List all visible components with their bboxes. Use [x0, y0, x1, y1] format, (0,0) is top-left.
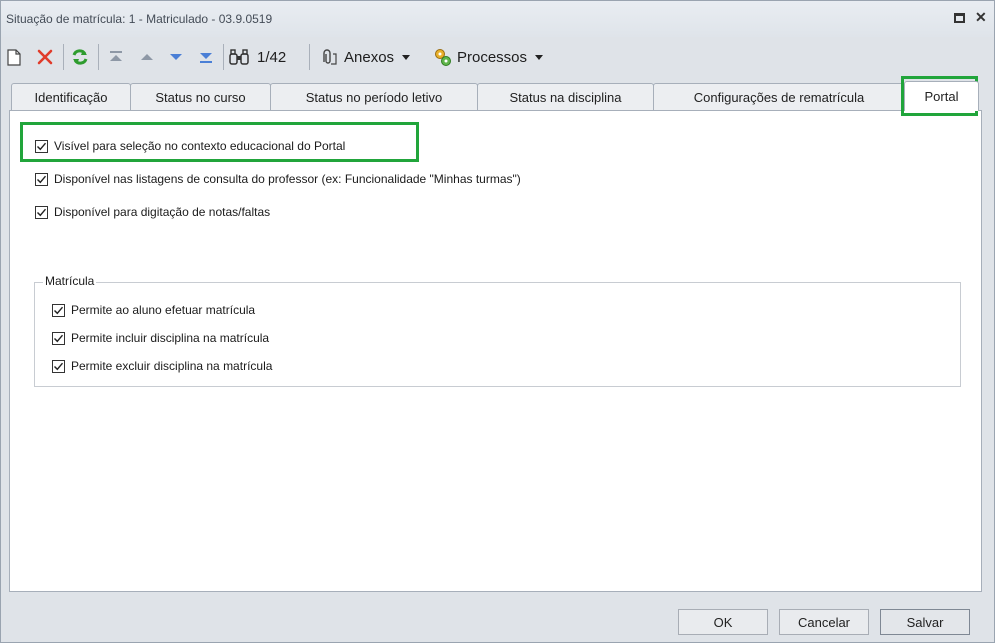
refresh-button[interactable] — [69, 44, 91, 70]
group-legend: Matrícula — [43, 274, 97, 288]
tab-label: Status no período letivo — [305, 89, 443, 105]
tab-label: Status na disciplina — [509, 89, 622, 105]
last-record-button[interactable] — [195, 44, 217, 70]
checkbox-label: Permite incluir disciplina na matrícula — [71, 331, 270, 345]
record-counter: 1/42 — [257, 48, 287, 66]
attachments-dropdown[interactable]: Anexos — [318, 44, 426, 70]
visible-option-highlight — [20, 122, 419, 162]
first-record-icon — [110, 51, 122, 61]
checkbox-incluir-disciplina[interactable]: Permite incluir disciplina na matrícula — [52, 331, 269, 345]
chevron-down-icon — [402, 54, 411, 60]
tab-status-curso[interactable]: Status no curso — [130, 83, 271, 110]
ok-button-label: OK — [713, 614, 733, 630]
tab-label: Configurações de rematrícula — [693, 89, 865, 105]
title-bar: Situação de matrícula: 1 - Matriculado -… — [1, 1, 994, 37]
ok-button[interactable]: OK — [678, 609, 768, 635]
checkbox-listagens-professor[interactable]: Disponível nas listagens de consulta do … — [35, 172, 521, 186]
toolbar-separator — [223, 44, 224, 70]
attachments-label: Anexos — [344, 48, 395, 66]
check-icon — [37, 175, 47, 183]
restore-icon[interactable] — [954, 13, 965, 23]
check-icon — [37, 208, 47, 216]
close-icon[interactable]: ✕ — [975, 9, 987, 26]
checkbox[interactable] — [52, 359, 65, 373]
toolbar: 1/42 Anexos Processos — [1, 38, 994, 76]
new-document-icon — [7, 48, 21, 66]
tab-identificacao[interactable]: Identificação — [11, 83, 131, 110]
previous-record-button[interactable] — [137, 44, 157, 70]
checkbox-digitacao-notas[interactable]: Disponível para digitação de notas/falta… — [35, 205, 270, 219]
delete-icon — [37, 49, 53, 65]
gears-icon — [435, 49, 451, 66]
save-button[interactable]: Salvar — [880, 609, 970, 635]
next-record-icon — [170, 54, 182, 60]
dialog-window: Situação de matrícula: 1 - Matriculado -… — [0, 0, 995, 643]
delete-record-button[interactable] — [34, 44, 56, 70]
check-icon — [54, 306, 64, 314]
find-record-button[interactable]: 1/42 — [229, 44, 299, 70]
next-record-button[interactable] — [166, 44, 186, 70]
processes-label: Processos — [457, 48, 528, 66]
portal-tab-panel: Visível para seleção no contexto educaci… — [9, 110, 982, 592]
tab-status-disciplina[interactable]: Status na disciplina — [477, 83, 654, 110]
cancel-button-label: Cancelar — [797, 614, 851, 630]
tab-label: Portal — [924, 89, 959, 104]
checkbox[interactable] — [52, 331, 65, 345]
cancel-button[interactable]: Cancelar — [779, 609, 869, 635]
tab-label: Identificação — [34, 89, 108, 105]
checkbox-label: Disponível para digitação de notas/falta… — [54, 205, 271, 219]
paperclip-icon — [323, 49, 337, 65]
previous-record-icon — [141, 54, 153, 60]
chevron-down-icon — [535, 54, 544, 60]
binoculars-icon — [229, 49, 249, 65]
check-icon — [54, 362, 64, 370]
window-title: Situação de matrícula: 1 - Matriculado -… — [6, 12, 273, 26]
checkbox[interactable] — [35, 205, 48, 219]
checkbox[interactable] — [35, 172, 48, 186]
tab-portal[interactable]: Portal — [904, 81, 979, 111]
checkbox-label: Disponível nas listagens de consulta do … — [54, 172, 521, 186]
first-record-button[interactable] — [105, 44, 127, 70]
tab-status-periodo-letivo[interactable]: Status no período letivo — [270, 83, 478, 110]
save-button-label: Salvar — [906, 614, 944, 630]
checkbox-excluir-disciplina[interactable]: Permite excluir disciplina na matrícula — [52, 359, 272, 373]
toolbar-separator — [309, 44, 310, 70]
toolbar-separator — [98, 44, 99, 70]
tab-configuracoes-rematricula[interactable]: Configurações de rematrícula — [653, 83, 905, 110]
check-icon — [54, 334, 64, 342]
matricula-group: Matrícula Permite ao aluno efetuar matrí… — [34, 274, 961, 387]
tab-label: Status no curso — [155, 89, 246, 105]
processes-dropdown[interactable]: Processos — [433, 44, 558, 70]
checkbox-label: Permite ao aluno efetuar matrícula — [71, 303, 256, 317]
tab-strip: Identificação Status no curso Status no … — [9, 81, 979, 111]
toolbar-separator — [63, 44, 64, 70]
refresh-icon — [72, 49, 88, 65]
new-record-button[interactable] — [5, 44, 23, 70]
last-record-icon — [200, 53, 212, 63]
checkbox-label: Permite excluir disciplina na matrícula — [71, 359, 273, 373]
checkbox-efetuar-matricula[interactable]: Permite ao aluno efetuar matrícula — [52, 303, 255, 317]
checkbox[interactable] — [52, 303, 65, 317]
